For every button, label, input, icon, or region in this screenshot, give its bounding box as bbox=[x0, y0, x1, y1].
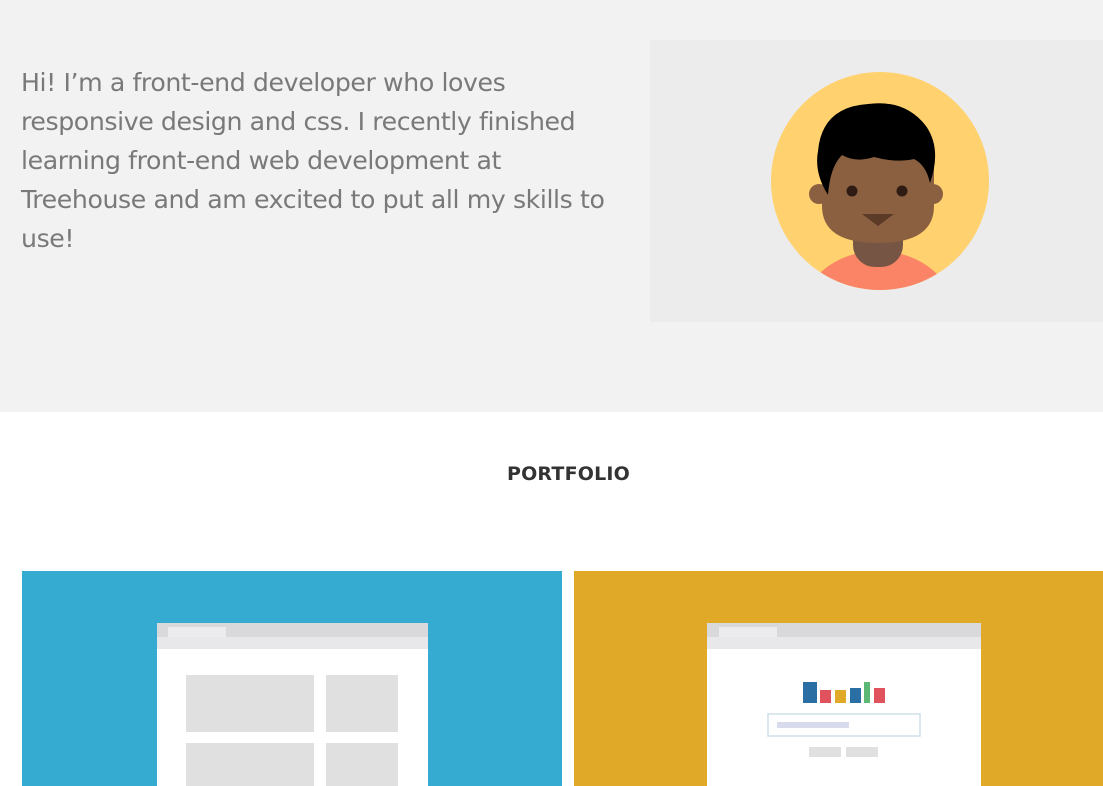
intro-paragraph: Hi! I’m a front-end developer who loves … bbox=[21, 68, 605, 253]
portfolio-card-chart-search[interactable] bbox=[574, 571, 1103, 786]
about-section: Hi! I’m a front-end developer who loves … bbox=[0, 0, 1103, 412]
portfolio-title: PORTFOLIO bbox=[506, 463, 631, 485]
browser-grid-layout-icon bbox=[157, 623, 428, 786]
portfolio-card-grid-layout[interactable] bbox=[22, 571, 562, 786]
avatar-illustration-icon bbox=[771, 72, 989, 290]
avatar-panel bbox=[650, 40, 1103, 322]
browser-bar-chart-search-icon bbox=[707, 623, 981, 786]
